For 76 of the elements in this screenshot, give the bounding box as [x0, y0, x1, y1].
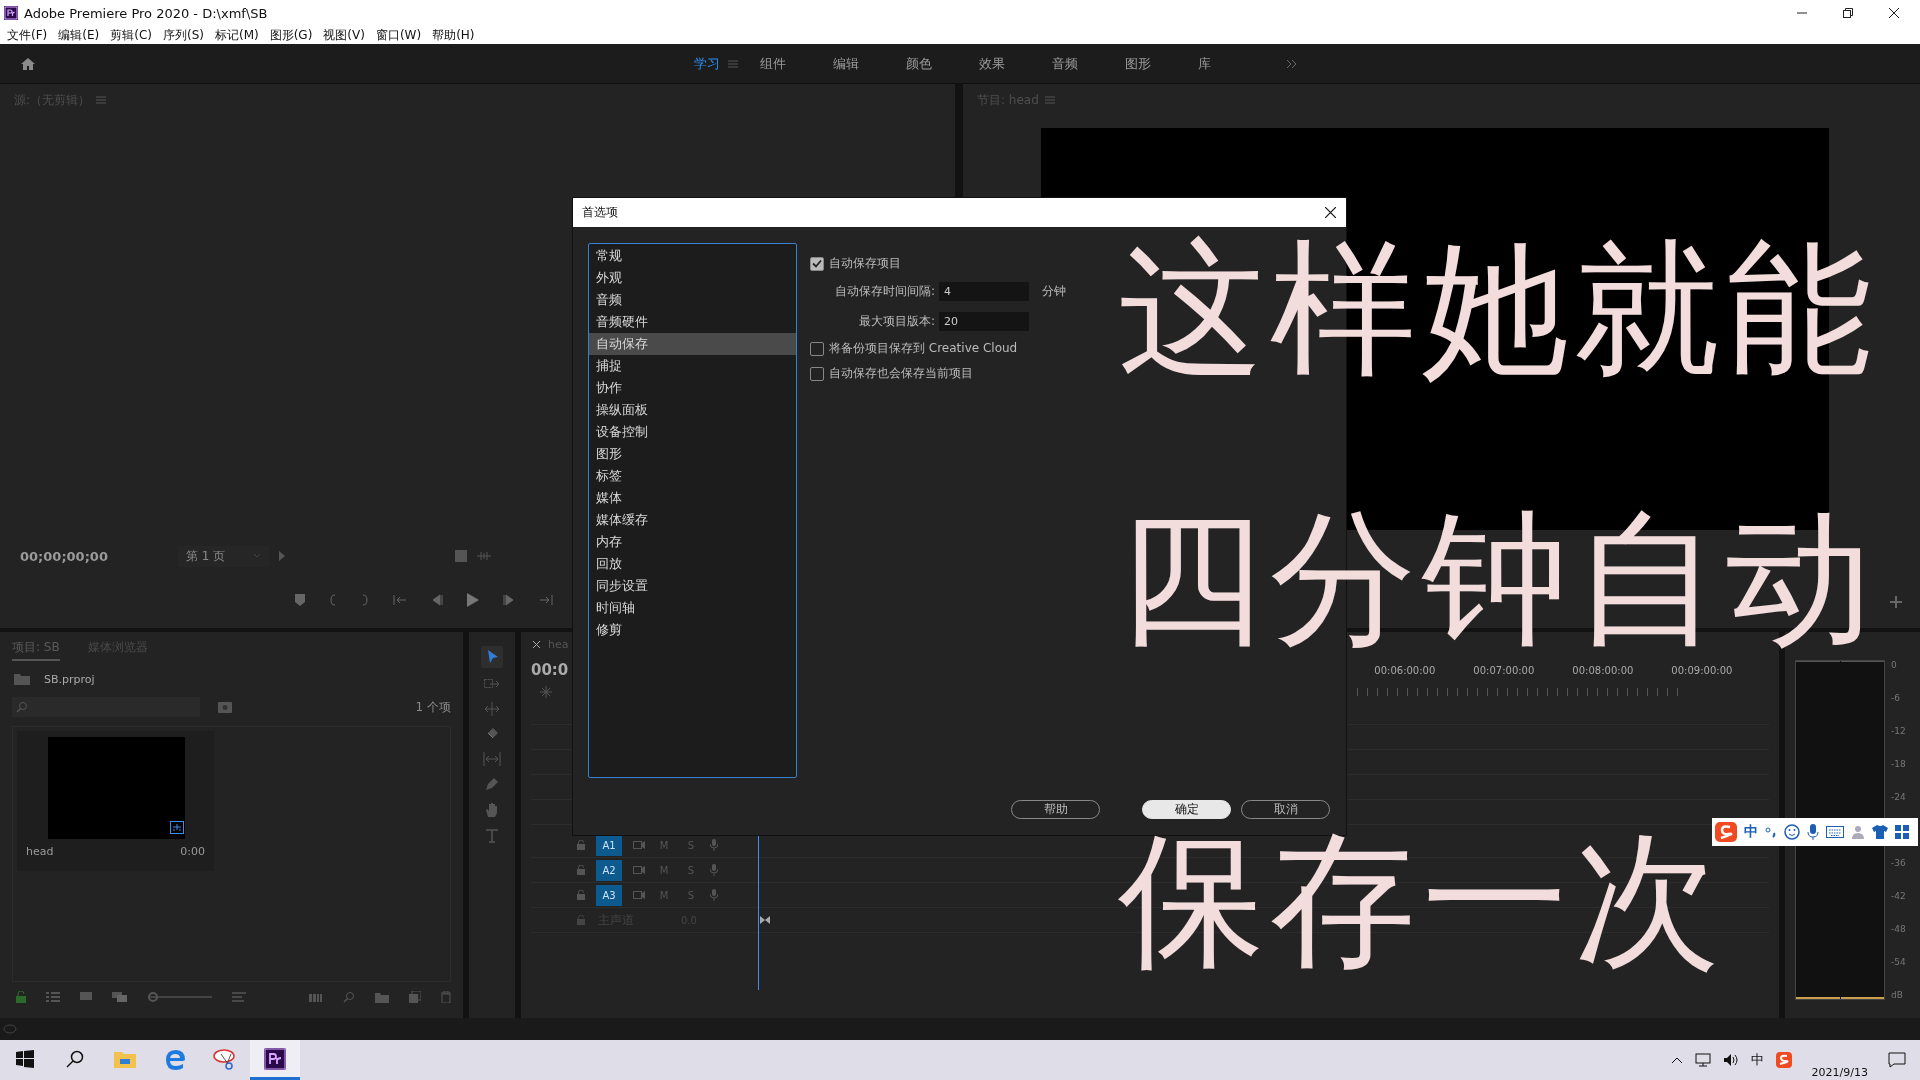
menu-item[interactable]: 序列(S): [162, 26, 204, 44]
category-item[interactable]: 媒体缓存: [589, 509, 796, 531]
checkbox-label[interactable]: 自动保存也会保存当前项目: [829, 365, 973, 382]
item-count: 1 个项: [415, 698, 451, 716]
field-label: 自动保存时间间隔:: [833, 282, 936, 300]
clip-name: head: [26, 845, 54, 858]
workspace-tab[interactable]: 编辑: [833, 54, 884, 73]
timecode[interactable]: 00;00;00;00: [20, 548, 108, 564]
category-item[interactable]: 外观: [589, 267, 796, 289]
window-title: Adobe Premiere Pro 2020 - D:\xmf\SB: [24, 5, 268, 21]
workspace-tab[interactable]: 效果: [979, 54, 1030, 73]
menu-item[interactable]: 帮助(H): [432, 26, 475, 44]
input-field[interactable]: 20: [939, 311, 1029, 331]
dialog-button[interactable]: 确定: [1142, 800, 1231, 819]
category-item[interactable]: 回放: [589, 553, 796, 575]
meter-scale-label: -54: [1891, 957, 1906, 967]
dialog-title: 首选项: [582, 204, 618, 221]
category-item[interactable]: 捕捉: [589, 355, 796, 377]
workspace-tab[interactable]: 学习: [694, 54, 728, 73]
category-item[interactable]: 音频: [589, 289, 796, 311]
ruler-label: 00:08:00:00: [1572, 664, 1634, 676]
workspace-tab[interactable]: 图形: [1125, 54, 1176, 73]
meter-scale-label: -42: [1891, 891, 1906, 901]
ruler-label: 00:07:00:00: [1473, 664, 1535, 676]
meter-scale-label: -12: [1891, 726, 1906, 736]
menu-item[interactable]: 图形(G): [269, 26, 313, 44]
input-field[interactable]: 4: [939, 281, 1029, 301]
category-item[interactable]: 音频硬件: [589, 311, 796, 333]
menu-item[interactable]: 窗口(W): [375, 26, 422, 44]
category-item[interactable]: 操纵面板: [589, 399, 796, 421]
checkbox-label[interactable]: 自动保存项目: [829, 255, 901, 272]
meter-scale-label: -18: [1891, 759, 1906, 769]
menu-item[interactable]: 标记(M): [214, 26, 259, 44]
category-item[interactable]: 图形: [589, 443, 796, 465]
category-item[interactable]: 设备控制: [589, 421, 796, 443]
ruler-label: 00:09:00:00: [1671, 664, 1733, 676]
category-item[interactable]: 标签: [589, 465, 796, 487]
field-label: 最大项目版本:: [857, 312, 936, 330]
menu-item[interactable]: 编辑(E): [58, 26, 100, 44]
category-item[interactable]: 常规: [589, 245, 796, 267]
ruler-label: 00:06:00:00: [1374, 664, 1436, 676]
menu-item[interactable]: 剪辑(C): [110, 26, 152, 44]
category-item[interactable]: 同步设置: [589, 575, 796, 597]
unit-label: 分钟: [1042, 282, 1066, 300]
clip-card[interactable]: head 0:00: [17, 731, 214, 871]
checkbox-label[interactable]: 将备份项目保存到 Creative Cloud: [829, 340, 1018, 357]
project-file-name: SB.prproj: [44, 672, 95, 686]
workspace-tab[interactable]: 音频: [1052, 54, 1103, 73]
caption-line: 四分钟自动: [1118, 502, 1878, 654]
timecode[interactable]: 00:0: [531, 661, 569, 679]
track-target[interactable]: A1: [596, 834, 622, 856]
category-item[interactable]: 修剪: [589, 619, 796, 641]
caption-line: 保存一次: [1118, 824, 1726, 976]
category-item[interactable]: 时间轴: [589, 597, 796, 619]
workspace-tab[interactable]: 库: [1198, 54, 1236, 73]
menu-item[interactable]: 文件(F): [7, 26, 48, 44]
date[interactable]: 2021/9/13: [1811, 1066, 1868, 1079]
track-target[interactable]: A2: [596, 859, 622, 881]
category-item[interactable]: 内存: [589, 531, 796, 553]
meter-scale-label: -6: [1891, 693, 1901, 703]
category-item[interactable]: 协作: [589, 377, 796, 399]
workspace-tab[interactable]: 颜色: [906, 54, 957, 73]
meter-scale-label: 0: [1891, 660, 1898, 670]
input-mode[interactable]: 中: [1744, 823, 1758, 841]
input-method-indicator[interactable]: 中: [1750, 1051, 1764, 1069]
meter-scale-label: dB: [1891, 990, 1904, 1000]
caption-line: 这样她就能: [1118, 232, 1878, 384]
category-item[interactable]: 自动保存: [589, 333, 796, 355]
track-target[interactable]: A3: [596, 884, 622, 906]
category-item[interactable]: 媒体: [589, 487, 796, 509]
clip-duration: 0:00: [180, 845, 205, 858]
menu-item[interactable]: 视图(V): [323, 26, 365, 44]
workspace-tab[interactable]: 组件: [760, 54, 811, 73]
meter-scale-label: -36: [1891, 858, 1906, 868]
meter-scale-label: -48: [1891, 924, 1906, 934]
meter-scale-label: -24: [1891, 792, 1906, 802]
